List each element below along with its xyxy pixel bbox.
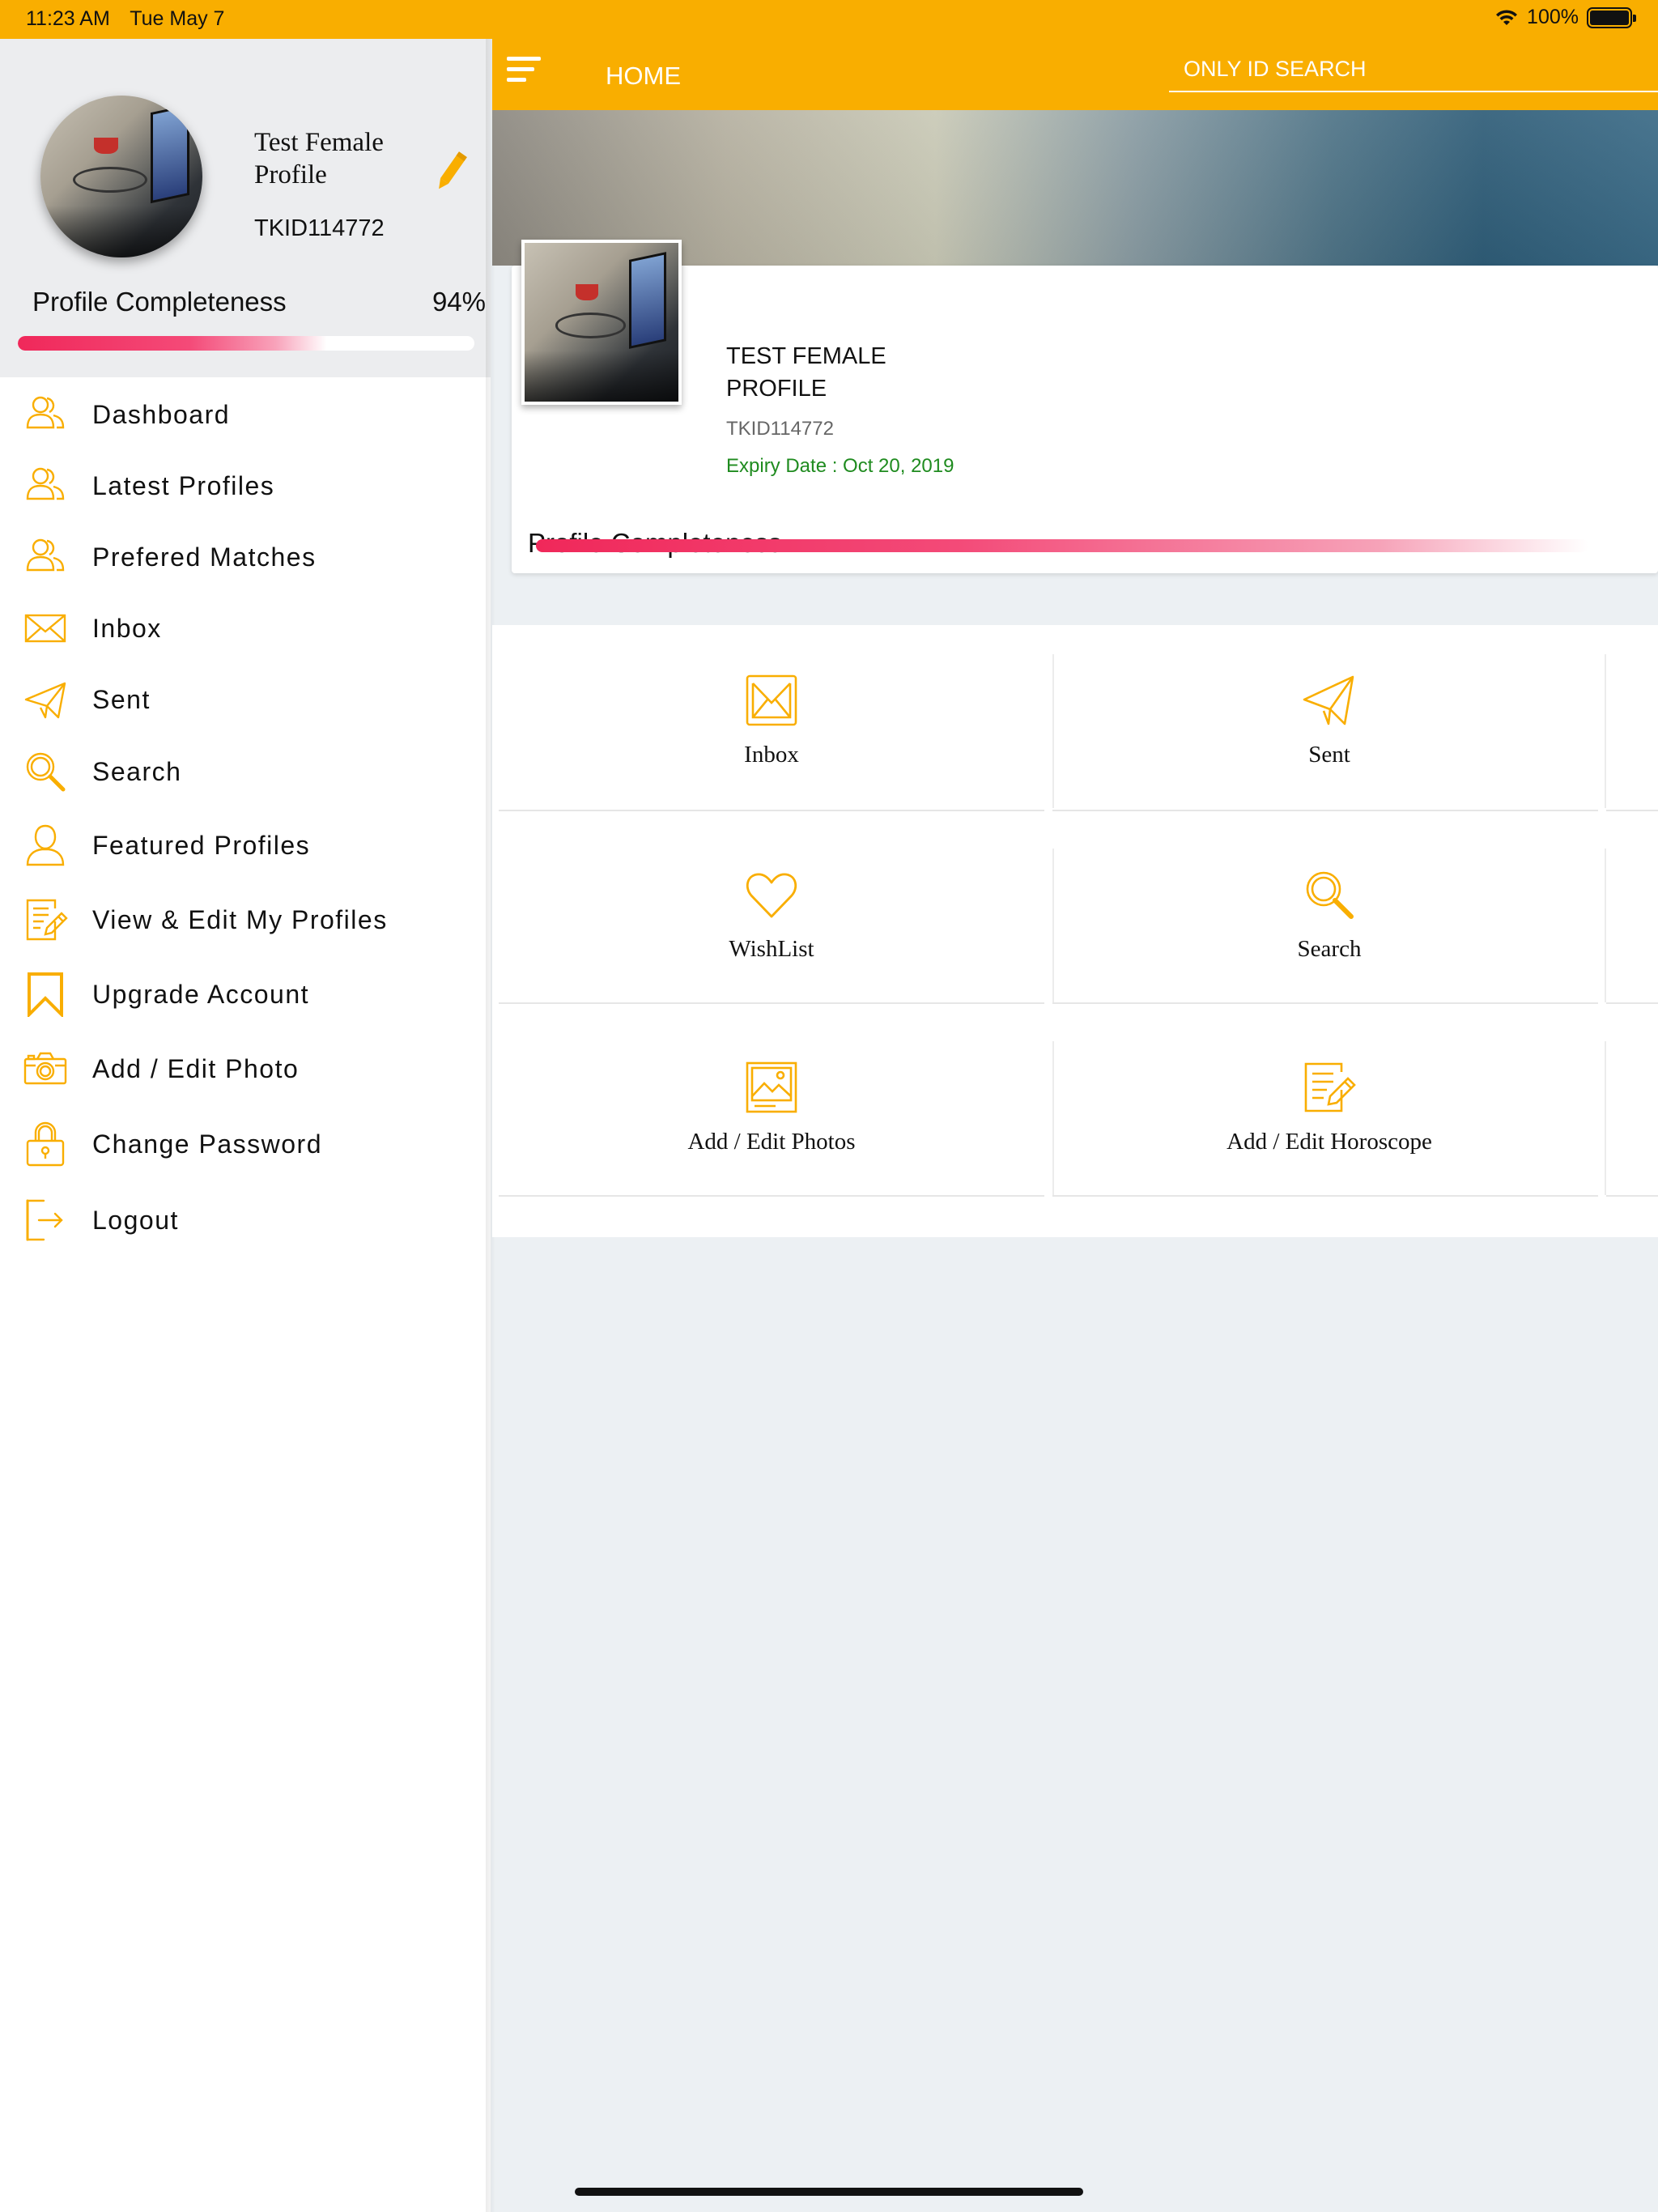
edit-document-icon: [1301, 1059, 1358, 1116]
sidebar-item-logout[interactable]: Logout: [0, 1182, 491, 1258]
sidebar-item-view-edit-profiles[interactable]: View & Edit My Profiles: [0, 883, 491, 957]
grid-divider: [1052, 810, 1598, 811]
profile-card-photo[interactable]: [521, 240, 682, 405]
grid-divider: [1606, 1195, 1658, 1197]
status-left: 11:23 AM Tue May 7: [26, 7, 239, 31]
status-time: 11:23 AM: [26, 7, 110, 30]
tile-inbox[interactable]: Inbox: [499, 654, 1044, 808]
pencil-icon[interactable]: [431, 147, 471, 196]
profile-card: TEST FEMALE PROFILE TKID114772 Expiry Da…: [512, 266, 1658, 573]
home-indicator[interactable]: [575, 2188, 1083, 2196]
image-icon: [743, 1059, 800, 1116]
tile-add-edit-photos[interactable]: Add / Edit Photos: [499, 1041, 1044, 1195]
id-search-input[interactable]: ONLY ID SEARCH: [1169, 52, 1658, 92]
sidebar-menu: Dashboard Latest Profiles Prefered Match…: [0, 379, 491, 1258]
sidebar-item-prefered-matches[interactable]: Prefered Matches: [0, 521, 491, 593]
sidebar-item-latest-profiles[interactable]: Latest Profiles: [0, 450, 491, 521]
sidebar-item-label: Upgrade Account: [92, 979, 309, 1009]
status-date: Tue May 7: [130, 7, 225, 30]
profile-progress-bar: [536, 539, 1588, 552]
edit-document-icon: [23, 897, 68, 942]
sidebar-item-inbox[interactable]: Inbox: [0, 593, 491, 664]
tile-label: Inbox: [744, 742, 799, 768]
sidebar: Test Female Profile TKID114772 Profile C…: [0, 39, 491, 2212]
profile-name: TEST FEMALE PROFILE: [726, 343, 886, 402]
quick-actions-grid: Inbox Sent WishList Search Add / Edit Ph…: [492, 625, 1658, 1237]
tile-label: Add / Edit Photos: [687, 1129, 856, 1155]
envelope-icon: [23, 606, 68, 651]
grid-divider: [1606, 1002, 1658, 1004]
grid-divider: [499, 810, 1044, 811]
tile-wishlist[interactable]: WishList: [499, 849, 1044, 1002]
expiry-date: Expiry Date : Oct 20, 2019: [726, 455, 954, 477]
sidebar-header: Test Female Profile TKID114772 Profile C…: [0, 39, 491, 377]
sidebar-item-label: Featured Profiles: [92, 830, 311, 860]
bookmark-icon: [23, 972, 68, 1019]
sidebar-item-upgrade-account[interactable]: Upgrade Account: [0, 957, 491, 1032]
users-icon: [23, 392, 68, 437]
sidebar-progress-percent: 94%: [432, 287, 486, 317]
sidebar-item-label: Logout: [92, 1205, 179, 1235]
sidebar-item-label: Dashboard: [92, 399, 231, 429]
search-icon: [1301, 866, 1358, 923]
tile-add-edit-horoscope[interactable]: Add / Edit Horoscope: [1052, 1041, 1606, 1195]
tile-sent[interactable]: Sent: [1052, 654, 1606, 808]
sidebar-item-dashboard[interactable]: Dashboard: [0, 379, 491, 450]
sidebar-item-label: Change Password: [92, 1129, 322, 1159]
profile-id: TKID114772: [726, 418, 834, 440]
users-icon: [23, 534, 68, 580]
sidebar-profile-name: Test Female Profile: [254, 128, 384, 189]
avatar[interactable]: [40, 96, 202, 257]
sidebar-progress-label: Profile Completeness: [32, 287, 287, 317]
main-content: HOME ONLY ID SEARCH TEST FEMALE PROFILE …: [492, 39, 1658, 2212]
grid-divider: [499, 1195, 1044, 1197]
top-bar: HOME ONLY ID SEARCH: [492, 39, 1658, 110]
sidebar-item-label: Search: [92, 756, 182, 786]
logout-icon: [23, 1197, 68, 1243]
grid-divider: [1052, 1002, 1598, 1004]
sidebar-item-change-password[interactable]: Change Password: [0, 1106, 491, 1182]
envelope-icon: [743, 672, 800, 729]
tile-label: WishList: [729, 936, 814, 962]
sidebar-item-label: Latest Profiles: [92, 470, 275, 500]
sidebar-item-label: View & Edit My Profiles: [92, 904, 388, 934]
users-icon: [23, 463, 68, 508]
battery-icon: [1587, 6, 1636, 28]
grid-divider: [1052, 1195, 1598, 1197]
sidebar-item-label: Sent: [92, 684, 151, 714]
paper-plane-icon: [1301, 672, 1358, 729]
grid-divider: [1606, 810, 1658, 811]
battery-fill: [1590, 10, 1629, 25]
sidebar-profile-id: TKID114772: [254, 215, 385, 241]
sidebar-item-featured-profiles[interactable]: Featured Profiles: [0, 808, 491, 883]
tile-label: Sent: [1308, 742, 1350, 768]
camera-icon: [23, 1046, 68, 1091]
paper-plane-icon: [23, 677, 68, 722]
hamburger-icon[interactable]: [507, 57, 542, 86]
battery-percent: 100%: [1527, 6, 1579, 28]
lock-icon: [23, 1121, 68, 1167]
status-right: 100%: [1494, 6, 1636, 29]
wifi-icon: [1496, 9, 1518, 25]
sidebar-item-label: Prefered Matches: [92, 542, 317, 572]
sidebar-item-add-edit-photo[interactable]: Add / Edit Photo: [0, 1032, 491, 1106]
tile-label: Search: [1297, 936, 1362, 962]
grid-divider: [499, 1002, 1044, 1004]
profile-photo: [40, 96, 202, 257]
sidebar-item-label: Inbox: [92, 613, 162, 643]
profile-photo: [525, 243, 678, 402]
tile-label: Add / Edit Horoscope: [1226, 1129, 1432, 1155]
sidebar-item-sent[interactable]: Sent: [0, 664, 491, 735]
search-icon: [23, 749, 68, 794]
tile-search[interactable]: Search: [1052, 849, 1606, 1002]
sidebar-progress-bar: [18, 336, 474, 351]
sidebar-progress-fill: [18, 336, 448, 351]
sidebar-item-label: Add / Edit Photo: [92, 1053, 300, 1083]
status-bar: 11:23 AM Tue May 7 100%: [0, 0, 1658, 39]
user-icon: [23, 823, 68, 868]
heart-icon: [743, 866, 800, 923]
page-title: HOME: [606, 62, 681, 90]
sidebar-item-search[interactable]: Search: [0, 735, 491, 808]
